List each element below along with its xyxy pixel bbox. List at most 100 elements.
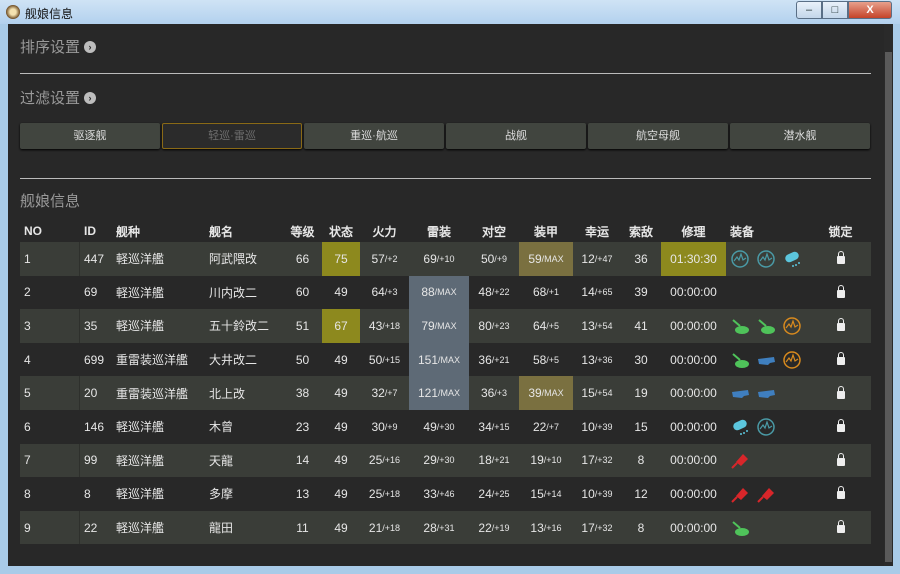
ship-level: 50 xyxy=(295,352,310,367)
row-no: 3 xyxy=(20,309,80,343)
stat-luck: 10/+39 xyxy=(581,486,613,501)
ship-table: NO ID 舰种 舰名 等级 状态 火力 雷装 对空 装甲 幸运 索敌 修理 装备 锁定 1 447 軽巡洋… xyxy=(20,220,871,545)
ship-type: 軽巡洋艦 xyxy=(116,453,165,468)
main-panel: 排序设置 › 过滤设置 › 驱逐舰 轻巡·雷巡 重巡·航巡 战舰 航空母舰 潜水舰 舰娘信… xyxy=(8,24,884,566)
ship-los: 39 xyxy=(634,285,648,300)
gun-blue-equipment-icon[interactable] xyxy=(756,350,776,370)
filter-button[interactable]: 战舰 xyxy=(446,123,586,149)
stat-ar: 59/MAX xyxy=(519,242,573,276)
filter-button[interactable]: 潜水舰 xyxy=(730,123,870,149)
ship-id: 35 xyxy=(84,318,98,333)
ship-condition: 49 xyxy=(334,486,348,501)
lock-toggle[interactable] xyxy=(810,309,871,343)
stat-ar: 58/+5 xyxy=(532,352,560,367)
stat-tp: 69/+10 xyxy=(423,251,455,266)
gun-blue-equipment-icon[interactable] xyxy=(756,383,776,403)
column-header[interactable]: 装甲 xyxy=(519,220,573,242)
scrollbar[interactable] xyxy=(884,24,893,566)
ship-condition: 49 xyxy=(334,386,348,401)
gun-green-equipment-icon[interactable] xyxy=(730,350,750,370)
column-header[interactable]: 装备 xyxy=(726,220,810,242)
stat-tp: 29/+30 xyxy=(423,453,455,468)
column-header[interactable]: 幸运 xyxy=(573,220,621,242)
lock-toggle[interactable] xyxy=(810,242,871,276)
ship-name: 天龍 xyxy=(209,453,234,468)
table-row[interactable]: 4 699 重雷装巡洋艦 大井改二 50 49 50/+15 151/MAX 36/… xyxy=(20,342,871,377)
column-header[interactable]: 状态 xyxy=(322,220,360,242)
column-header[interactable]: 修理 xyxy=(661,220,726,242)
lock-toggle[interactable] xyxy=(810,276,871,310)
column-header[interactable]: 雷装 xyxy=(409,220,469,242)
filter-button[interactable]: 航空母舰 xyxy=(588,123,728,149)
radar-orange-equipment-icon[interactable] xyxy=(782,350,802,370)
table-row[interactable]: 8 8 軽巡洋艦 多摩 13 49 25/+18 33/+46 24/+25 15/+… xyxy=(20,477,871,511)
column-header[interactable]: 锁定 xyxy=(810,220,871,242)
torpedo-red-equipment-icon[interactable] xyxy=(756,484,776,504)
column-header[interactable]: 火力 xyxy=(360,220,409,242)
filter-settings-toggle[interactable]: 过滤设置 › xyxy=(20,87,97,108)
ship-level: 60 xyxy=(295,285,310,300)
filter-button[interactable]: 重巡·航巡 xyxy=(304,123,444,149)
filter-button[interactable]: 驱逐舰 xyxy=(20,123,160,149)
radar-orange-equipment-icon[interactable] xyxy=(782,316,802,336)
ship-type: 軽巡洋艦 xyxy=(116,420,165,435)
torpedo-red-equipment-icon[interactable] xyxy=(730,450,750,470)
close-button[interactable]: X xyxy=(848,1,892,19)
table-row[interactable]: 1 447 軽巡洋艦 阿武隈改 66 75 57/+2 69/+10 50/+9 59… xyxy=(20,242,871,276)
scrollbar-thumb[interactable] xyxy=(885,52,892,562)
column-header[interactable]: 舰名 xyxy=(205,220,283,242)
maximize-button[interactable]: □ xyxy=(822,1,848,19)
gun-green-equipment-icon[interactable] xyxy=(756,316,776,336)
lock-icon xyxy=(836,385,845,399)
column-header[interactable]: 舰种 xyxy=(112,220,205,242)
table-row[interactable]: 6 146 軽巡洋艦 木曾 23 49 30/+9 49/+30 34/+15 22/… xyxy=(20,410,871,444)
filter-button[interactable]: 轻巡·雷巡 xyxy=(162,123,302,149)
table-row[interactable]: 3 35 軽巡洋艦 五十鈴改二 51 67 43/+18 79/MAX 80/+23… xyxy=(20,309,871,343)
column-header[interactable]: NO xyxy=(20,220,80,242)
drum-cyan-equipment-icon[interactable] xyxy=(730,417,750,437)
lock-toggle[interactable] xyxy=(810,410,871,444)
ship-id: 146 xyxy=(84,419,105,434)
table-row[interactable]: 2 69 軽巡洋艦 川内改二 60 49 64/+3 88/MAX 48/+22 68… xyxy=(20,275,871,310)
radar-teal-equipment-icon[interactable] xyxy=(756,417,776,437)
stat-fp: 32/+7 xyxy=(371,386,398,401)
table-row[interactable]: 5 20 重雷装巡洋艦 北上改 38 49 32/+7 121/MAX 36/+3 3… xyxy=(20,376,871,410)
minimize-button[interactable]: – xyxy=(796,1,822,19)
repair-time: 00:00:00 xyxy=(670,453,717,468)
stat-fp: 43/+18 xyxy=(368,318,401,333)
lock-icon xyxy=(836,284,845,298)
gun-green-equipment-icon[interactable] xyxy=(730,316,750,336)
lock-icon xyxy=(836,352,845,366)
table-row[interactable]: 7 99 軽巡洋艦 天龍 14 49 25/+16 29/+30 18/+21 19/… xyxy=(20,443,871,478)
table-row[interactable]: 9 22 軽巡洋艦 龍田 11 49 21/+18 28/+31 22/+19 13/… xyxy=(20,510,871,545)
ship-id: 447 xyxy=(84,251,105,266)
torpedo-red-equipment-icon[interactable] xyxy=(730,484,750,504)
column-header[interactable]: ID xyxy=(80,220,112,242)
ship-condition: 67 xyxy=(322,309,360,343)
lock-toggle[interactable] xyxy=(810,444,871,478)
lock-toggle[interactable] xyxy=(810,477,871,511)
lock-toggle[interactable] xyxy=(810,343,871,377)
stat-luck: 17/+32 xyxy=(581,520,613,535)
column-header[interactable]: 等级 xyxy=(283,220,322,242)
sort-settings-title: 排序设置 xyxy=(20,39,81,56)
radar-teal-equipment-icon[interactable] xyxy=(730,249,750,269)
ship-level: 13 xyxy=(295,486,310,501)
drum-cyan-equipment-icon[interactable] xyxy=(782,249,802,269)
divider xyxy=(20,178,871,179)
gun-blue-equipment-icon[interactable] xyxy=(730,383,750,403)
lock-toggle[interactable] xyxy=(810,511,871,545)
lock-icon xyxy=(836,486,845,500)
equipment-slots xyxy=(726,376,810,410)
column-header[interactable]: 索敌 xyxy=(621,220,661,242)
gun-green-equipment-icon[interactable] xyxy=(730,518,750,538)
ship-name: 龍田 xyxy=(209,521,234,536)
stat-ar: 39/MAX xyxy=(519,376,573,410)
row-no: 4 xyxy=(24,352,31,367)
lock-toggle[interactable] xyxy=(810,376,871,410)
sort-settings-toggle[interactable]: 排序设置 › xyxy=(20,36,97,57)
column-header[interactable]: 对空 xyxy=(469,220,519,242)
stat-fp: 64/+3 xyxy=(371,285,398,300)
radar-teal-equipment-icon[interactable] xyxy=(756,249,776,269)
stat-tp: 121/MAX xyxy=(409,376,469,410)
